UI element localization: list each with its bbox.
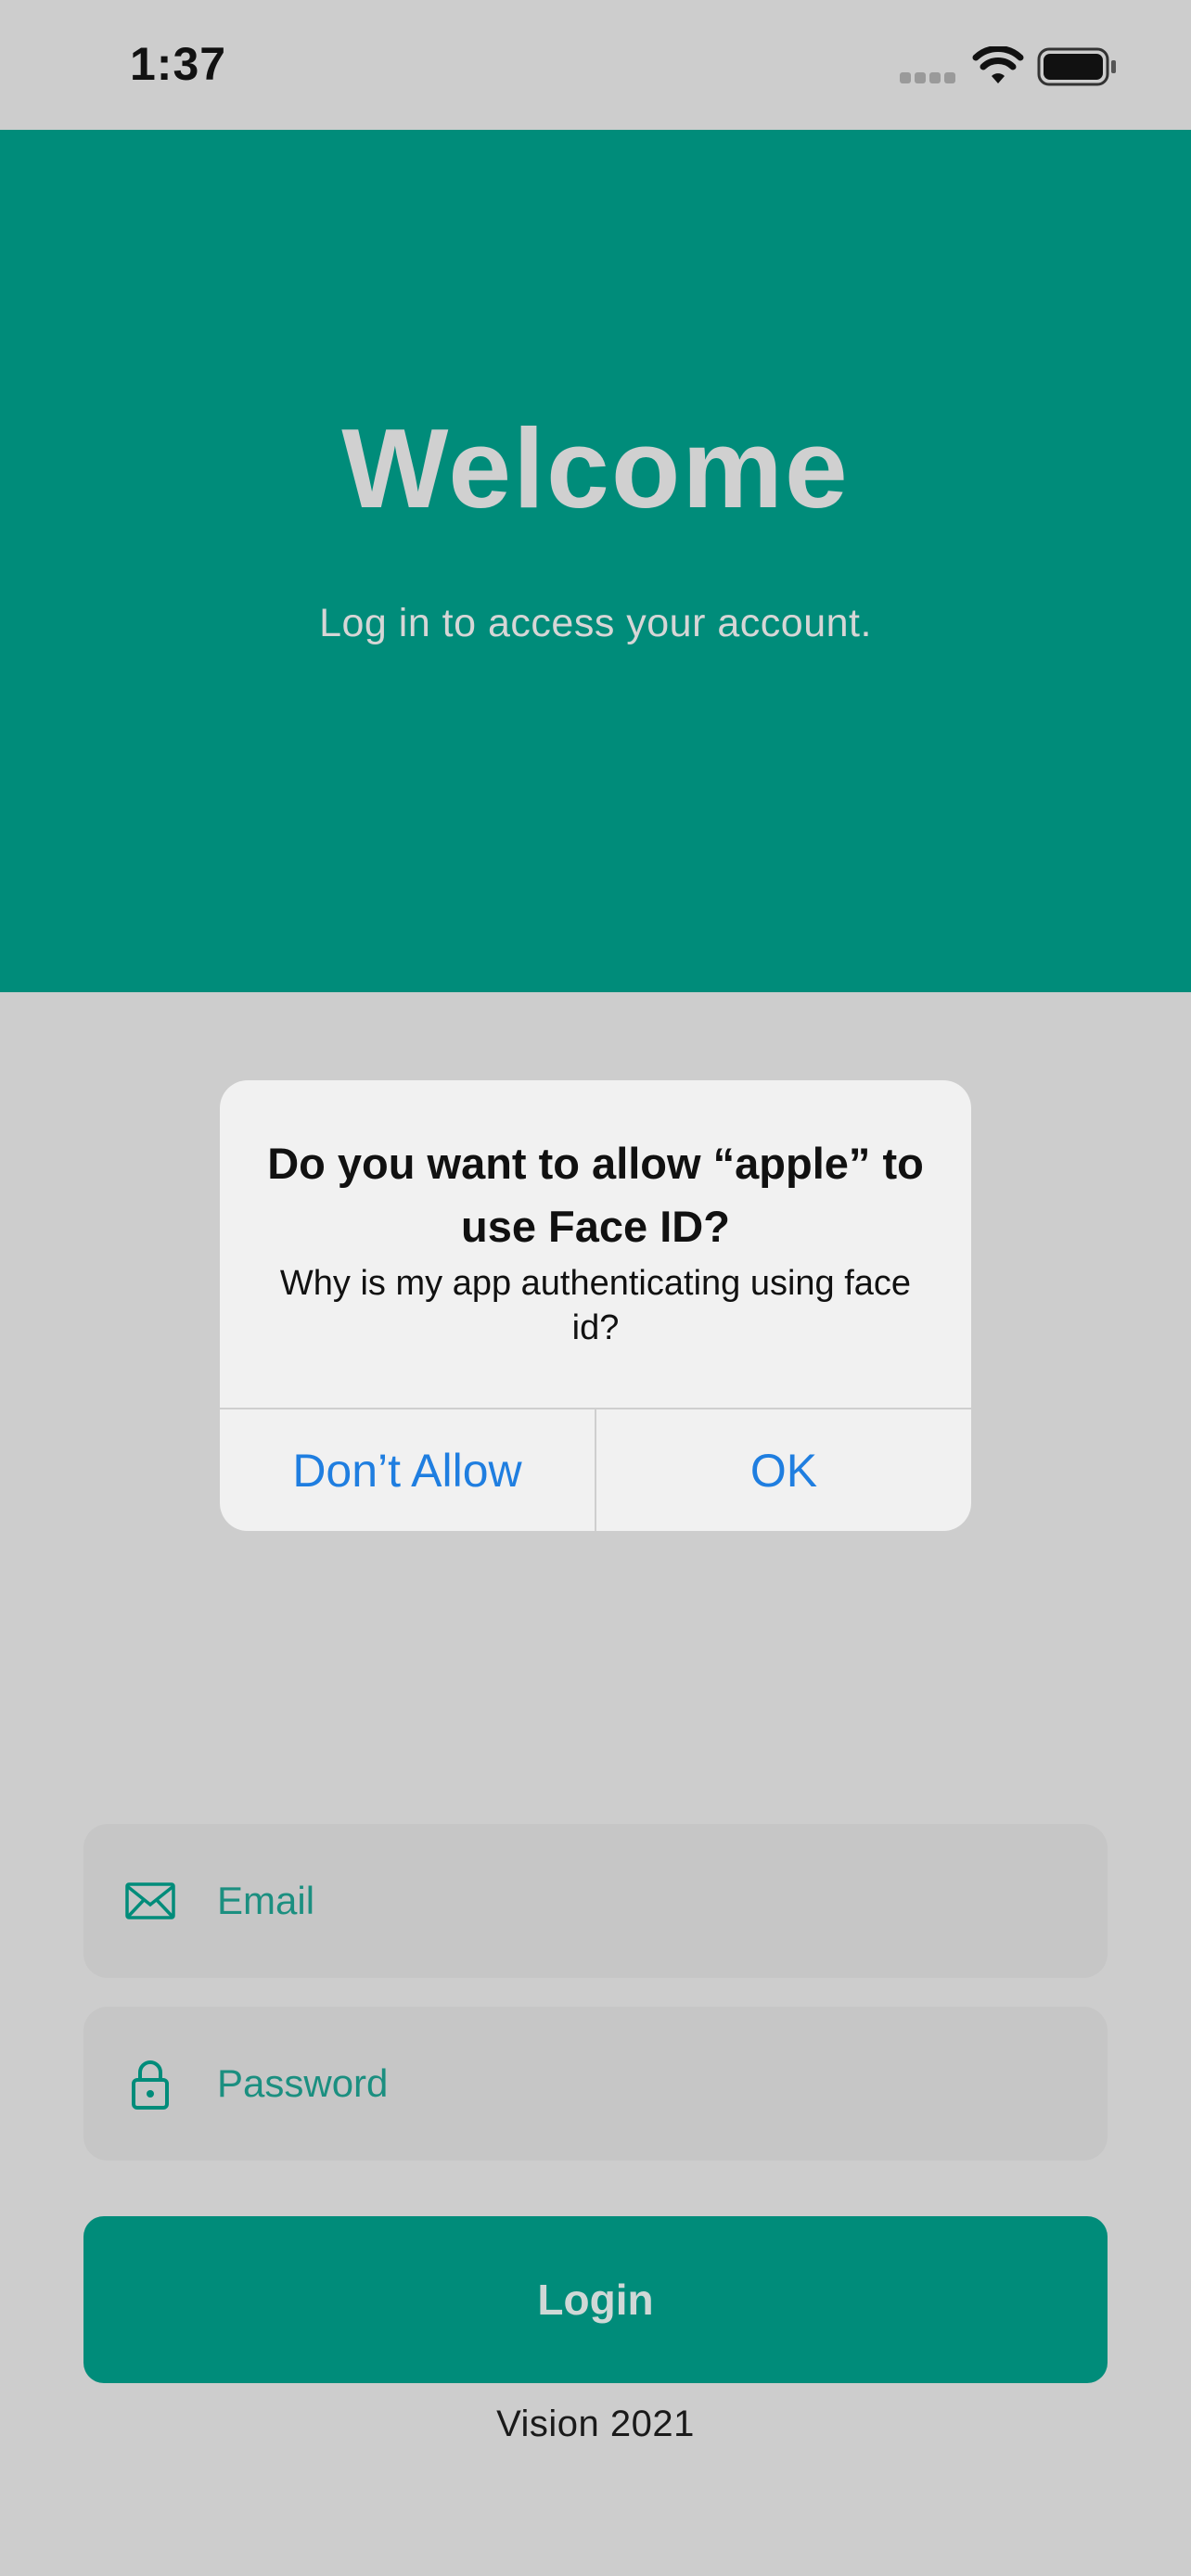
status-bar: 1:37 (0, 0, 1191, 130)
welcome-title: Welcome (341, 405, 850, 531)
alert-message: Why is my app authenticating using face … (279, 1264, 912, 1347)
ok-button[interactable]: OK (596, 1409, 971, 1531)
email-field[interactable] (83, 1824, 1108, 1978)
lock-icon (132, 2060, 169, 2110)
battery-icon (1037, 47, 1116, 86)
cellular-signal-icon (900, 72, 957, 83)
welcome-subtitle: Log in to access your account. (319, 601, 872, 645)
header-banner (0, 130, 1191, 992)
alert-title: Do you want to allow “apple” to use Face… (267, 1139, 924, 1251)
password-input[interactable] (217, 2007, 1070, 2161)
wifi-icon (972, 46, 1024, 83)
footer-text: Vision 2021 (496, 2404, 695, 2444)
login-button[interactable]: Login (83, 2216, 1108, 2383)
header-wave (0, 964, 1191, 991)
dont-allow-button[interactable]: Don’t Allow (220, 1409, 595, 1531)
status-time: 1:37 (130, 38, 227, 90)
envelope-icon (125, 1882, 175, 1919)
password-field[interactable] (83, 2007, 1108, 2161)
email-input[interactable] (217, 1824, 1070, 1978)
face-id-alert: Do you want to allow “apple” to use Face… (220, 1080, 971, 1531)
